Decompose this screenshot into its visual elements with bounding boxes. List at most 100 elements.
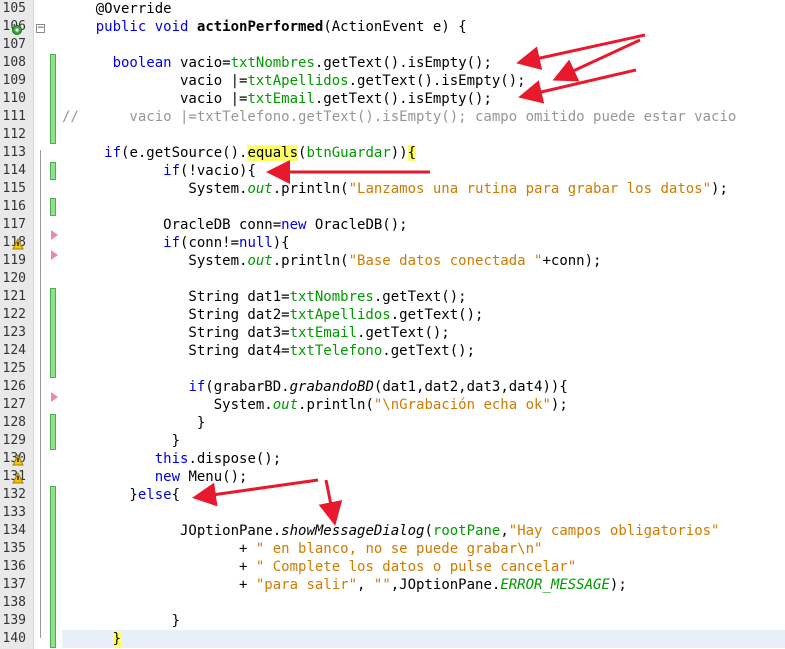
code-token: .println( [272,253,349,269]
code-token: if [163,235,181,251]
code-line[interactable]: @Override [62,0,785,18]
code-line[interactable]: if(conn!=null){ [62,234,785,252]
code-line[interactable] [62,198,785,216]
code-line[interactable]: String dat2=txtApellidos.getText(); [62,306,785,324]
change-marker [50,414,56,450]
line-number: 111 [2,109,26,124]
code-token: ); [711,181,728,197]
code-token: (e.getSource(). [121,145,248,161]
code-token: "\nGrabación echa ok" [373,397,551,413]
fold-toggle-icon[interactable]: − [36,24,45,33]
code-token: ){ [272,235,290,251]
change-marker [50,198,56,216]
code-line[interactable] [62,504,785,522]
code-line[interactable]: if(!vacio){ [62,162,785,180]
code-line[interactable]: }else{ [62,486,785,504]
code-token: .println( [298,397,374,413]
code-line[interactable]: System.out.println("Lanzamos una rutina … [62,180,785,198]
code-line[interactable]: + " Complete los datos o pulse cancelar" [62,558,785,576]
code-line[interactable]: if(e.getSource().equals(btnGuardar)){ [62,144,785,162]
code-token: .getText(); [390,307,484,323]
code-token: public [95,19,147,35]
line-number: 129 [2,433,26,448]
code-line[interactable]: String dat1=txtNombres.getText(); [62,288,785,306]
code-token: " en blanco, no se puede grabar\n" [255,541,543,557]
code-line[interactable]: vacio |=txtEmail.getText().isEmpty(); [62,90,785,108]
code-token: } [112,631,122,647]
code-token: String dat1= [62,289,290,305]
code-line[interactable]: this.dispose(); [62,450,785,468]
override-icon[interactable] [12,23,22,35]
code-token: } [62,433,181,449]
code-line[interactable] [62,36,785,54]
code-token: (conn!= [180,235,240,251]
code-line[interactable] [62,126,785,144]
line-number: 120 [2,271,26,286]
line-number: 128 [2,415,26,430]
code-token: .getText().isEmpty(); [348,73,526,89]
code-token: .getText().isEmpty(); [314,91,492,107]
code-line[interactable]: } [62,612,785,630]
code-token: .println( [272,181,349,197]
line-number: 136 [2,559,26,574]
code-line[interactable]: System.out.println("\nGrabación echa ok"… [62,396,785,414]
warning-icon[interactable] [12,237,24,250]
line-number: 137 [2,577,26,592]
code-token: else [137,487,172,503]
code-token: vacio |= [62,73,248,89]
code-editor[interactable]: 105 @Override106 public void actionPerfo… [0,0,785,649]
code-line[interactable] [62,270,785,288]
code-line[interactable]: String dat4=txtTelefono.getText(); [62,342,785,360]
code-token: boolean [112,55,172,71]
code-line[interactable]: String dat3=txtEmail.getText(); [62,324,785,342]
line-number: 125 [2,361,26,376]
code-token: ( [424,523,433,539]
code-line[interactable]: } [62,432,785,450]
code-token: out [247,253,273,269]
line-number: 123 [2,325,26,340]
code-token: "Lanzamos una rutina para grabar los dat… [348,181,712,197]
code-token: equals [247,145,299,161]
code-line[interactable] [62,360,785,378]
code-token: out [247,181,273,197]
code-token: (!vacio){ [180,163,256,179]
code-token: out [272,397,299,413]
line-number: 119 [2,253,26,268]
code-line[interactable]: OracleDB conn=new OracleDB(); [62,216,785,234]
code-line[interactable]: System.out.println("Base datos conectada… [62,252,785,270]
line-number: 114 [2,163,26,178]
code-token: } [62,613,181,629]
code-line[interactable]: if(grabarBD.grabandoBD(dat1,dat2,dat3,da… [62,378,785,396]
code-line[interactable]: vacio |=txtApellidos.getText().isEmpty()… [62,72,785,90]
code-line[interactable]: + " en blanco, no se puede grabar\n" [62,540,785,558]
line-number: 132 [2,487,26,502]
warning-icon[interactable] [12,471,24,484]
code-line[interactable]: } [62,414,785,432]
line-number: 110 [2,91,26,106]
line-number: 135 [2,541,26,556]
code-token: OracleDB(); [306,217,408,233]
code-token: String dat2= [62,307,290,323]
code-token: vacio |= [62,91,248,107]
warning-icon[interactable] [12,453,24,466]
code-token: )) [390,145,408,161]
code-token: + [62,577,256,593]
code-line[interactable]: + "para salir", "",JOptionPane.ERROR_MES… [62,576,785,594]
code-line[interactable]: boolean vacio=txtNombres.getText().isEmp… [62,54,785,72]
code-line[interactable]: JOptionPane.showMessageDialog(rootPane,"… [62,522,785,540]
change-marker [50,486,56,648]
code-line[interactable]: } [62,630,785,648]
code-token: txtEmail [289,325,358,341]
code-line[interactable]: public void actionPerformed(ActionEvent … [62,18,785,36]
code-token: txtApellidos [289,307,391,323]
code-line[interactable]: // vacio |=txtTelefono.getText().isEmpty… [62,108,785,126]
code-line[interactable] [62,594,785,612]
code-token: .getText().isEmpty(); [314,55,492,71]
code-line[interactable]: new Menu(); [62,468,785,486]
code-token: "" [373,577,391,593]
